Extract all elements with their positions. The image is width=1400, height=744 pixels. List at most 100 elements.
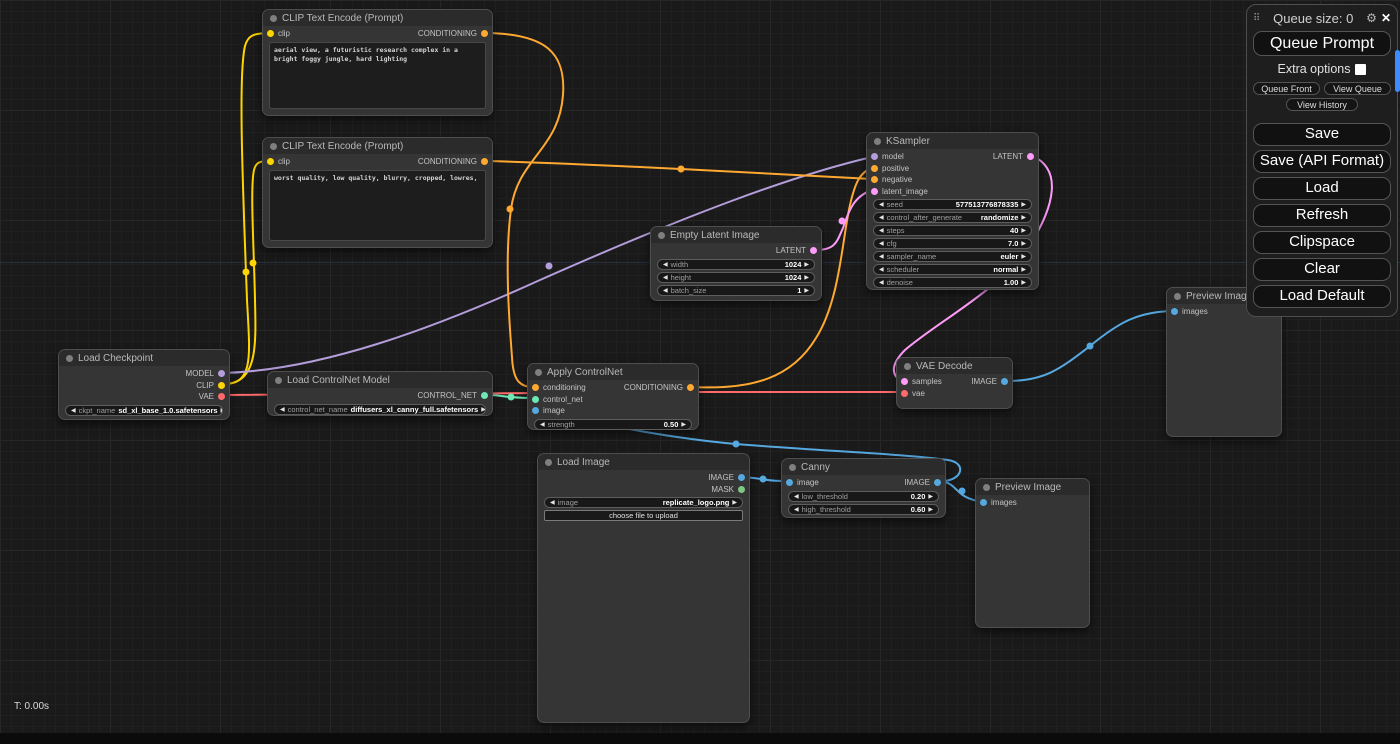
- decrement-arrow-icon[interactable]: ◀: [879, 279, 884, 286]
- ksampler-seed-widget[interactable]: ◀seed577513776878335▶: [873, 199, 1032, 210]
- increment-arrow-icon[interactable]: ▶: [221, 407, 223, 414]
- input-slot-dot[interactable]: [532, 384, 539, 391]
- collapse-dot-icon[interactable]: [270, 143, 277, 150]
- output-slot-dot[interactable]: [738, 474, 745, 481]
- output-slot-dot[interactable]: [218, 393, 225, 400]
- collapse-dot-icon[interactable]: [874, 138, 881, 145]
- collapse-dot-icon[interactable]: [535, 369, 542, 376]
- ksampler-cfg-widget[interactable]: ◀cfg7.0▶: [873, 238, 1032, 249]
- increment-arrow-icon[interactable]: ▶: [1021, 279, 1026, 286]
- ksampler-title[interactable]: KSampler: [867, 133, 1038, 149]
- input-slot-dot[interactable]: [871, 153, 878, 160]
- clip-text-encode-negative[interactable]: CLIP Text Encode (Prompt)clipCONDITIONIN…: [262, 137, 493, 248]
- decrement-arrow-icon[interactable]: ◀: [879, 240, 884, 247]
- empty-latent-image-width-widget[interactable]: ◀width1024▶: [657, 259, 815, 270]
- refresh-button[interactable]: Refresh: [1253, 204, 1391, 227]
- increment-arrow-icon[interactable]: ▶: [928, 493, 933, 500]
- empty-latent-image-height-widget[interactable]: ◀height1024▶: [657, 272, 815, 283]
- output-slot-dot[interactable]: [1001, 378, 1008, 385]
- decrement-arrow-icon[interactable]: ◀: [280, 406, 285, 413]
- clip-text-encode-negative-title[interactable]: CLIP Text Encode (Prompt): [263, 138, 492, 154]
- load-image-upload-button[interactable]: choose file to upload: [544, 510, 743, 521]
- collapse-dot-icon[interactable]: [789, 464, 796, 471]
- close-icon[interactable]: ✕: [1381, 11, 1391, 25]
- load-button[interactable]: Load: [1253, 177, 1391, 200]
- output-slot-dot[interactable]: [481, 30, 488, 37]
- increment-arrow-icon[interactable]: ▶: [1021, 266, 1026, 273]
- load-image-title[interactable]: Load Image: [538, 454, 749, 470]
- empty-latent-image[interactable]: Empty Latent ImageLATENT◀width1024▶◀heig…: [650, 226, 822, 301]
- clip-text-encode-positive[interactable]: CLIP Text Encode (Prompt)clipCONDITIONIN…: [262, 9, 493, 116]
- increment-arrow-icon[interactable]: ▶: [1021, 240, 1026, 247]
- collapse-dot-icon[interactable]: [658, 232, 665, 239]
- ksampler-scheduler-widget[interactable]: ◀schedulernormal▶: [873, 264, 1032, 275]
- ksampler-sampler_name-widget[interactable]: ◀sampler_nameeuler▶: [873, 251, 1032, 262]
- decrement-arrow-icon[interactable]: ◀: [663, 261, 668, 268]
- decrement-arrow-icon[interactable]: ◀: [879, 214, 884, 221]
- decrement-arrow-icon[interactable]: ◀: [879, 253, 884, 260]
- increment-arrow-icon[interactable]: ▶: [681, 421, 686, 428]
- input-slot-dot[interactable]: [980, 499, 987, 506]
- load-checkpoint-title[interactable]: Load Checkpoint: [59, 350, 229, 366]
- view-history-button[interactable]: View History: [1286, 98, 1358, 111]
- vae-decode[interactable]: VAE DecodesamplesIMAGEvae: [896, 357, 1013, 409]
- canny-low_threshold-widget[interactable]: ◀low_threshold0.20▶: [788, 491, 939, 502]
- input-slot-dot[interactable]: [1171, 308, 1178, 315]
- increment-arrow-icon[interactable]: ▶: [732, 499, 737, 506]
- increment-arrow-icon[interactable]: ▶: [481, 406, 486, 413]
- output-slot-dot[interactable]: [218, 370, 225, 377]
- drag-handle-icon[interactable]: ⠿: [1253, 13, 1260, 24]
- queue-prompt-button[interactable]: Queue Prompt: [1253, 31, 1391, 56]
- vae-decode-title[interactable]: VAE Decode: [897, 358, 1012, 374]
- preview-image-bottom-title[interactable]: Preview Image: [976, 479, 1089, 495]
- increment-arrow-icon[interactable]: ▶: [1021, 214, 1026, 221]
- apply-controlnet-title[interactable]: Apply ControlNet: [528, 364, 698, 380]
- load-image-image-widget[interactable]: ◀imagereplicate_logo.png▶: [544, 497, 743, 508]
- load-checkpoint-ckpt_name-widget[interactable]: ◀ckpt_namesd_xl_base_1.0.safetensors▶: [65, 405, 223, 416]
- load-checkpoint[interactable]: Load CheckpointMODELCLIPVAE◀ckpt_namesd_…: [58, 349, 230, 420]
- clip-text-encode-positive-prompt-text[interactable]: aerial view, a futuristic research compl…: [269, 42, 486, 110]
- scrollbar-thumb[interactable]: [1395, 50, 1400, 92]
- input-slot-dot[interactable]: [871, 176, 878, 183]
- apply-controlnet-strength-widget[interactable]: ◀strength0.50▶: [534, 419, 692, 430]
- clip-text-encode-positive-title[interactable]: CLIP Text Encode (Prompt): [263, 10, 492, 26]
- input-slot-dot[interactable]: [901, 378, 908, 385]
- output-slot-dot[interactable]: [687, 384, 694, 391]
- decrement-arrow-icon[interactable]: ◀: [663, 274, 668, 281]
- output-slot-dot[interactable]: [934, 479, 941, 486]
- clipspace-button[interactable]: Clipspace: [1253, 231, 1391, 254]
- collapse-dot-icon[interactable]: [66, 355, 73, 362]
- decrement-arrow-icon[interactable]: ◀: [879, 201, 884, 208]
- queue-front-button[interactable]: Queue Front: [1253, 82, 1320, 95]
- collapse-dot-icon[interactable]: [545, 459, 552, 466]
- increment-arrow-icon[interactable]: ▶: [804, 287, 809, 294]
- input-slot-dot[interactable]: [267, 158, 274, 165]
- decrement-arrow-icon[interactable]: ◀: [71, 407, 76, 414]
- increment-arrow-icon[interactable]: ▶: [804, 274, 809, 281]
- apply-controlnet[interactable]: Apply ControlNetconditioningCONDITIONING…: [527, 363, 699, 430]
- collapse-dot-icon[interactable]: [1174, 293, 1181, 300]
- output-slot-dot[interactable]: [481, 158, 488, 165]
- load-default-button[interactable]: Load Default: [1253, 285, 1391, 308]
- decrement-arrow-icon[interactable]: ◀: [550, 499, 555, 506]
- empty-latent-image-title[interactable]: Empty Latent Image: [651, 227, 821, 243]
- load-controlnet-model-title[interactable]: Load ControlNet Model: [268, 372, 492, 388]
- save-button[interactable]: Save: [1253, 123, 1391, 146]
- output-slot-dot[interactable]: [481, 392, 488, 399]
- collapse-dot-icon[interactable]: [983, 484, 990, 491]
- ksampler-control_after_generate-widget[interactable]: ◀control_after_generaterandomize▶: [873, 212, 1032, 223]
- collapse-dot-icon[interactable]: [275, 377, 282, 384]
- decrement-arrow-icon[interactable]: ◀: [794, 493, 799, 500]
- empty-latent-image-batch_size-widget[interactable]: ◀batch_size1▶: [657, 285, 815, 296]
- canny[interactable]: CannyimageIMAGE◀low_threshold0.20▶◀high_…: [781, 458, 946, 518]
- output-slot-dot[interactable]: [738, 486, 745, 493]
- extra-options-checkbox[interactable]: [1355, 64, 1366, 75]
- output-slot-dot[interactable]: [1027, 153, 1034, 160]
- decrement-arrow-icon[interactable]: ◀: [663, 287, 668, 294]
- save-api-format-button[interactable]: Save (API Format): [1253, 150, 1391, 173]
- input-slot-dot[interactable]: [532, 396, 539, 403]
- decrement-arrow-icon[interactable]: ◀: [794, 506, 799, 513]
- ksampler-steps-widget[interactable]: ◀steps40▶: [873, 225, 1032, 236]
- output-slot-dot[interactable]: [810, 247, 817, 254]
- clear-button[interactable]: Clear: [1253, 258, 1391, 281]
